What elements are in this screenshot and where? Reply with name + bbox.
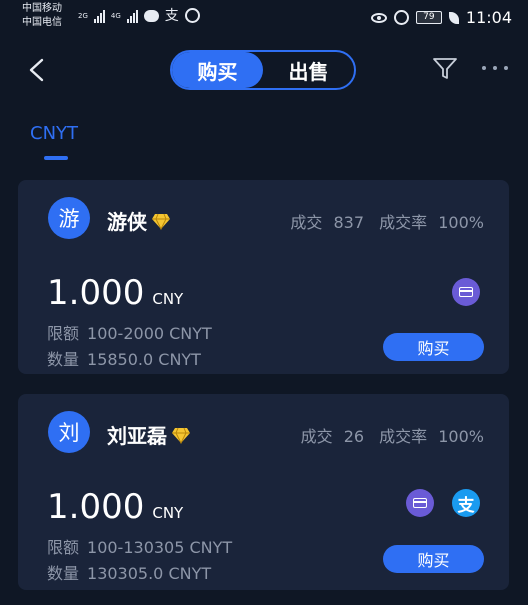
price: 1.000 CNY <box>47 273 183 313</box>
avatar: 游 <box>48 197 90 239</box>
back-icon[interactable] <box>26 58 50 82</box>
trade-stats: 成交 837 成交率 100% <box>290 209 484 233</box>
alipay-icon: 支 <box>164 7 179 24</box>
price-unit: CNY <box>152 290 184 308</box>
limit-row: 限额 100-2000 CNYT <box>47 320 212 344</box>
status-left-icons: 2G 4G 支 <box>78 8 200 23</box>
bank-card-icon <box>406 489 434 517</box>
tab-cnyt[interactable]: CNYT <box>30 123 78 144</box>
bank-card-icon <box>452 278 480 306</box>
tab-sell[interactable]: 出售 <box>263 52 354 88</box>
rate-value: 100% <box>438 427 484 446</box>
buy-sell-toggle: 购买 出售 <box>170 50 356 90</box>
merchant-name[interactable]: 游侠 <box>107 206 171 235</box>
merchant-name-text: 刘亚磊 <box>107 424 167 448</box>
offer-card: 游 游侠 成交 837 成交率 100% 1.000 CNY 限额 100-200… <box>18 180 509 374</box>
quantity-row: 数量 15850.0 CNYT <box>47 346 201 370</box>
price: 1.000 CNY <box>47 487 183 527</box>
signal-icon-2 <box>126 9 138 23</box>
buy-button[interactable]: 购买 <box>383 545 484 573</box>
filter-icon[interactable] <box>432 57 458 81</box>
leaf-icon <box>448 11 459 24</box>
alipay-icon: 支 <box>452 489 480 517</box>
limit-row: 限额 100-130305 CNYT <box>47 534 232 558</box>
trades-label: 成交 <box>290 213 323 232</box>
price-unit: CNY <box>152 504 184 522</box>
buy-button[interactable]: 购买 <box>383 333 484 361</box>
clock: 11:04 <box>465 8 512 27</box>
limit-label: 限额 <box>47 324 80 343</box>
circle-app-icon <box>184 8 200 23</box>
limit-label: 限额 <box>47 538 80 557</box>
trades-label: 成交 <box>300 427 333 446</box>
payment-methods: 支 <box>406 489 480 517</box>
status-right-icons: 79 11:04 <box>370 8 512 27</box>
signal-icon <box>93 9 105 23</box>
chat-bubble-icon <box>143 9 159 22</box>
trades-count: 26 <box>343 427 365 446</box>
carrier-2: 中国电信 <box>22 17 62 28</box>
rate-value: 100% <box>438 213 484 232</box>
trades-count: 837 <box>333 213 365 232</box>
price-value: 1.000 <box>47 487 145 527</box>
merchant-name[interactable]: 刘亚磊 <box>107 420 191 449</box>
quantity-label: 数量 <box>47 564 80 583</box>
tab-buy[interactable]: 购买 <box>172 52 263 88</box>
network-type-1: 2G <box>78 11 88 20</box>
limit-value: 100-2000 CNYT <box>87 324 212 343</box>
quantity-value: 15850.0 CNYT <box>87 350 201 369</box>
quantity-row: 数量 130305.0 CNYT <box>47 560 211 584</box>
more-icon[interactable] <box>482 66 508 70</box>
tab-indicator <box>44 156 68 160</box>
avatar: 刘 <box>48 411 90 453</box>
carrier-1: 中国移动 <box>22 3 62 14</box>
limit-value: 100-130305 CNYT <box>87 538 233 557</box>
rate-label: 成交率 <box>379 213 428 232</box>
merchant-name-text: 游侠 <box>107 210 147 234</box>
battery-icon: 79 <box>415 11 442 24</box>
rate-label: 成交率 <box>379 427 428 446</box>
status-bar: 中国移动 中国电信 2G 4G 支 79 11:04 <box>0 0 528 36</box>
network-type-2: 4G <box>110 11 121 20</box>
offer-card: 刘 刘亚磊 成交 26 成交率 100% 1.000 CNY 限额 100-130… <box>18 394 509 590</box>
quantity-value: 130305.0 CNYT <box>87 564 212 583</box>
payment-methods <box>452 278 480 306</box>
eye-icon <box>370 12 387 23</box>
alarm-icon <box>393 10 409 25</box>
quantity-label: 数量 <box>47 350 80 369</box>
trade-stats: 成交 26 成交率 100% <box>301 423 484 447</box>
carrier-info: 中国移动 中国电信 <box>22 2 62 30</box>
diamond-icon <box>172 427 190 444</box>
price-value: 1.000 <box>47 273 145 313</box>
diamond-icon <box>152 213 170 230</box>
